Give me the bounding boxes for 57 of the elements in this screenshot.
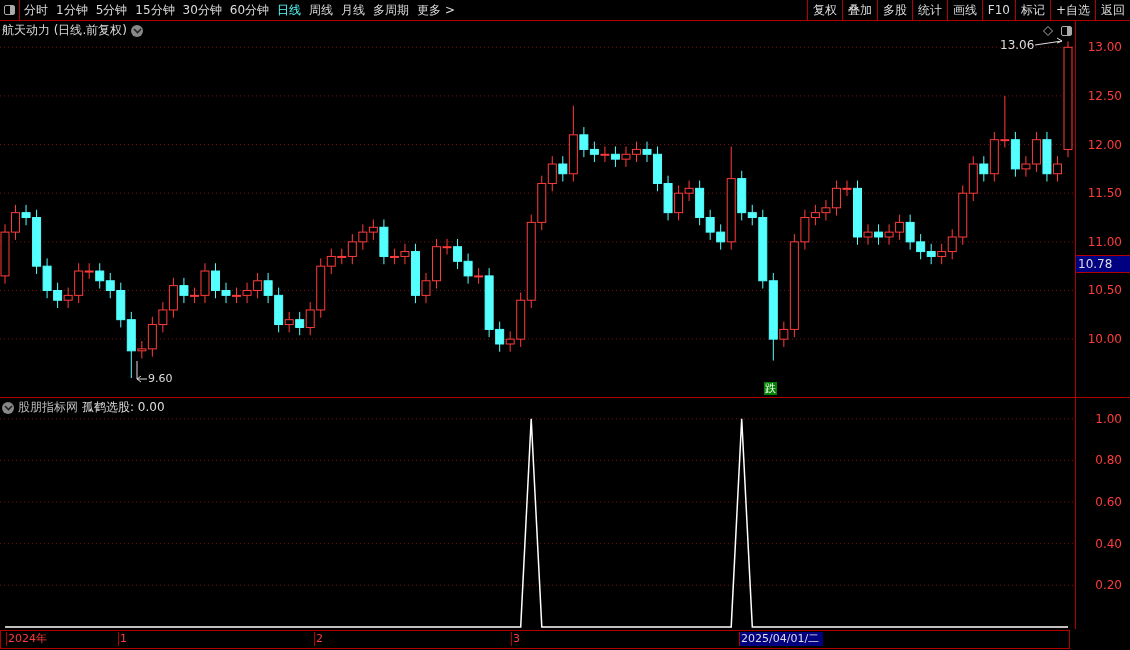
axis-label: 10.00 <box>1087 331 1122 348</box>
leader-line <box>136 360 148 383</box>
axis-label: 12.50 <box>1087 87 1122 104</box>
leader-line <box>1034 37 1063 46</box>
axis-label: 0.60 <box>1095 494 1122 511</box>
candlestick <box>779 321 789 348</box>
time-label: 1 <box>118 632 127 646</box>
candlestick <box>937 243 947 265</box>
signal-marker: 跌 <box>764 382 777 395</box>
candlestick <box>600 146 610 163</box>
candlestick <box>874 223 884 246</box>
axis-label: 11.00 <box>1087 233 1122 250</box>
candlestick <box>368 218 378 241</box>
chevron-down-icon[interactable] <box>131 24 143 37</box>
period-tab[interactable]: 5分钟 <box>91 1 132 19</box>
candlestick <box>1052 155 1062 183</box>
candlestick <box>558 155 568 183</box>
candlestick <box>179 277 189 304</box>
axis-label: 11.50 <box>1087 185 1122 202</box>
chart-title: 航天动力 (日线.前复权) <box>2 22 127 39</box>
candlestick <box>979 155 989 183</box>
period-tab[interactable]: 周线 <box>305 1 338 19</box>
period-tab[interactable]: 15分钟 <box>131 1 179 19</box>
period-tab[interactable]: 分时 <box>20 1 52 19</box>
layout-icon[interactable] <box>1060 25 1072 37</box>
axis-label: 0.20 <box>1095 577 1122 594</box>
chevron-down-icon[interactable] <box>2 401 14 414</box>
diamond-icon[interactable] <box>1043 26 1053 36</box>
time-label: 2024年 <box>6 632 47 646</box>
time-label: 2025/04/01/二 <box>739 632 824 646</box>
period-tab[interactable]: 月线 <box>337 1 370 19</box>
indicator-formula: 孤鹤选股: 0.00 <box>82 399 165 416</box>
axis-label: 0.40 <box>1095 535 1122 552</box>
period-tab[interactable]: 日线 <box>273 1 306 19</box>
low-price-label: 9.60 <box>148 372 173 385</box>
candlestick <box>926 243 936 265</box>
period-tab[interactable]: 60分钟 <box>225 1 274 19</box>
candlestick <box>95 262 105 290</box>
candlestick <box>295 311 305 336</box>
high-price-label: 13.06 <box>1000 38 1035 52</box>
current-price-tag: 10.78 <box>1076 255 1130 274</box>
candlestick <box>610 146 620 168</box>
axis-label: 12.00 <box>1087 136 1122 153</box>
candlestick <box>284 311 294 333</box>
time-label: 3 <box>511 632 520 646</box>
period-tab[interactable]: 30分钟 <box>178 1 226 19</box>
candlestick <box>863 223 873 246</box>
period-tab[interactable]: 1分钟 <box>52 1 92 19</box>
axis-label: 10.50 <box>1087 282 1122 299</box>
axis-label: 1.00 <box>1095 410 1122 427</box>
candlestick <box>547 155 557 192</box>
period-tab[interactable]: 多周期 <box>369 1 414 19</box>
axis-label: 0.80 <box>1095 452 1122 469</box>
time-label: 2 <box>314 632 323 646</box>
axis-label: 13.00 <box>1087 39 1122 56</box>
period-tab[interactable]: 更多 > <box>413 1 459 19</box>
indicator-source: 股朋指标网 <box>18 399 78 416</box>
